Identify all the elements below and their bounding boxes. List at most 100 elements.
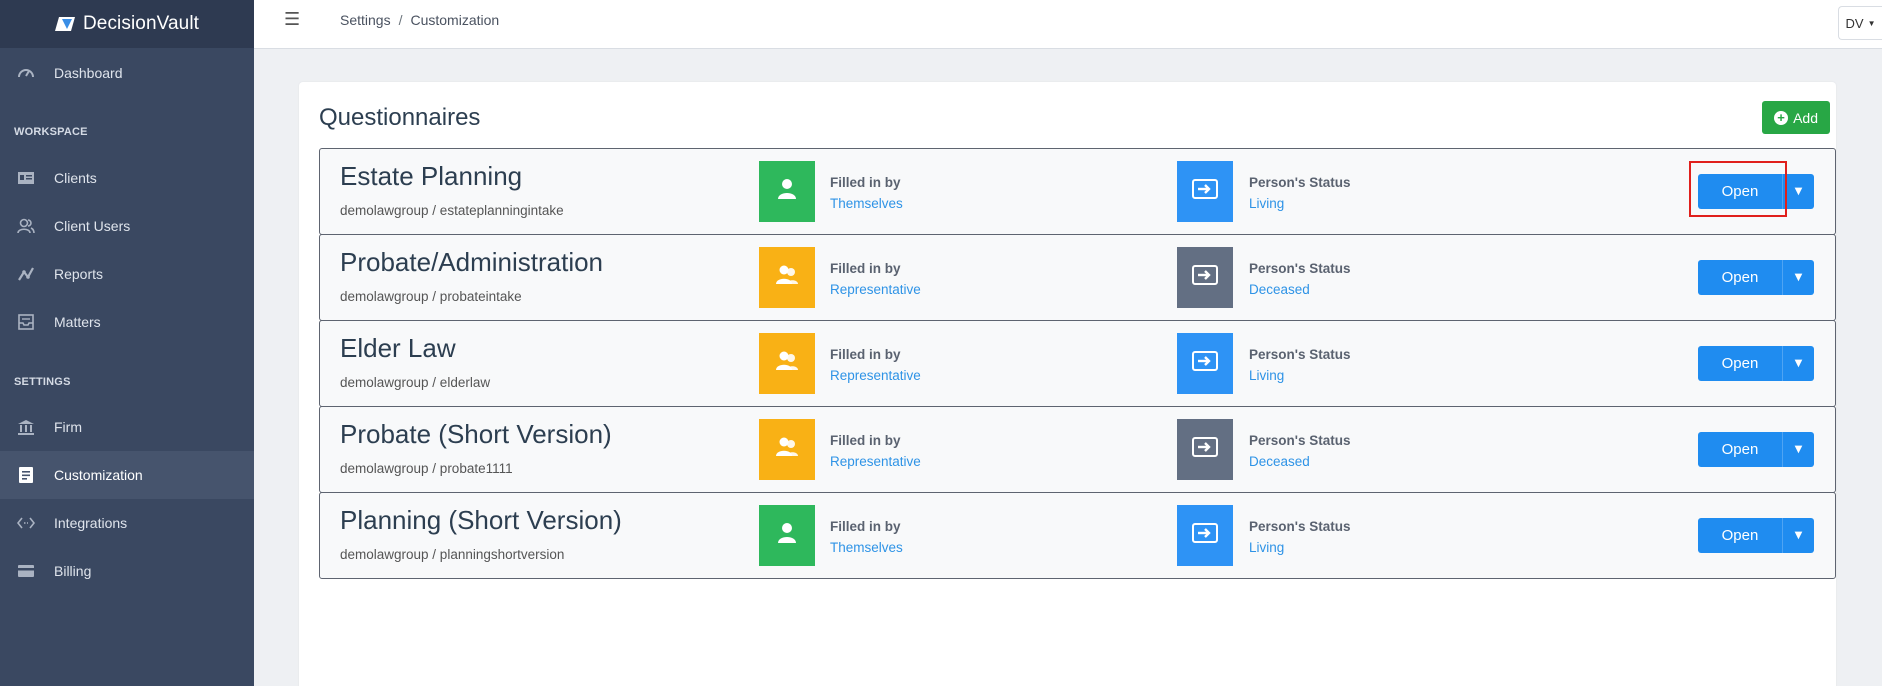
filled-by-value[interactable]: Representative	[830, 282, 921, 297]
filled-by-label: Filled in by	[830, 519, 901, 534]
status-value[interactable]: Deceased	[1249, 454, 1310, 469]
status-value[interactable]: Living	[1249, 368, 1284, 383]
user-initials: DV	[1845, 15, 1864, 31]
status-value[interactable]: Deceased	[1249, 282, 1310, 297]
open-dropdown-toggle[interactable]: ▼	[1782, 260, 1814, 295]
filled-by-label: Filled in by	[830, 433, 901, 448]
open-button[interactable]: Open	[1698, 432, 1782, 467]
plus-circle-icon: +	[1774, 110, 1789, 125]
status-label: Person's Status	[1249, 519, 1351, 534]
questionnaire-row: Estate Planning demolawgroup / estatepla…	[319, 148, 1836, 235]
user-icon	[777, 178, 797, 205]
open-dropdown-toggle[interactable]: ▼	[1782, 346, 1814, 381]
filled-by-value[interactable]: Representative	[830, 368, 921, 383]
sidebar-item-integrations[interactable]: Integrations	[0, 499, 254, 547]
filled-by-badge	[759, 247, 815, 308]
page-title: Questionnaires	[319, 104, 481, 131]
sign-in-icon	[1192, 179, 1218, 204]
sidebar-item-label: Integrations	[54, 515, 128, 531]
questionnaire-title: Elder Law	[340, 333, 456, 363]
hamburger-menu-icon[interactable]: ☰	[284, 9, 300, 30]
status-value[interactable]: Living	[1249, 196, 1284, 211]
status-badge	[1177, 161, 1233, 222]
breadcrumb: Settings / Customization	[340, 12, 499, 28]
breadcrumb-customization: Customization	[410, 12, 500, 28]
inbox-icon	[16, 312, 36, 332]
status-label: Person's Status	[1249, 347, 1351, 362]
section-settings: SETTINGS	[14, 376, 71, 388]
sidebar-item-label: Dashboard	[54, 65, 123, 81]
users-icon	[775, 436, 799, 463]
breadcrumb-settings[interactable]: Settings	[340, 12, 391, 28]
questionnaires-card: Questionnaires + Add Estate Planning dem…	[299, 82, 1836, 686]
sign-in-icon	[1192, 437, 1218, 462]
sidebar-item-label: Clients	[54, 170, 97, 186]
status-badge	[1177, 505, 1233, 566]
open-button[interactable]: Open	[1698, 260, 1782, 295]
status-label: Person's Status	[1249, 433, 1351, 448]
chart-line-icon	[16, 264, 36, 284]
open-button-group: Open ▼	[1698, 432, 1814, 467]
questionnaire-title: Probate/Administration	[340, 247, 604, 277]
topbar: ☰ Settings / Customization DV ▼	[254, 0, 1882, 49]
status-badge	[1177, 419, 1233, 480]
users-icon	[775, 350, 799, 377]
sidebar-item-reports[interactable]: Reports	[0, 250, 254, 298]
open-dropdown-toggle[interactable]: ▼	[1782, 518, 1814, 553]
filled-by-badge	[759, 161, 815, 222]
questionnaire-row: Probate (Short Version) demolawgroup / p…	[319, 406, 1836, 493]
sign-in-icon	[1192, 523, 1218, 548]
add-button-label: Add	[1793, 109, 1818, 126]
credit-card-icon	[16, 561, 36, 581]
code-icon	[16, 513, 36, 533]
user-icon	[777, 522, 797, 549]
open-button[interactable]: Open	[1698, 518, 1782, 553]
sidebar-item-label: Client Users	[54, 218, 131, 234]
sidebar-item-customization[interactable]: Customization	[0, 451, 254, 499]
questionnaire-row: Elder Law demolawgroup / elderlaw Filled…	[319, 320, 1836, 407]
sidebar-item-client-users[interactable]: Client Users	[0, 202, 254, 250]
sidebar-item-label: Billing	[54, 563, 92, 579]
filled-by-label: Filled in by	[830, 261, 901, 276]
id-card-icon	[16, 168, 36, 188]
sidebar-item-firm[interactable]: Firm	[0, 403, 254, 451]
open-button-group: Open ▼	[1698, 518, 1814, 553]
filled-by-badge	[759, 419, 815, 480]
status-badge	[1177, 333, 1233, 394]
sidebar-item-label: Customization	[54, 467, 143, 483]
questionnaire-path: demolawgroup / probate1111	[340, 461, 513, 476]
questionnaire-row: Probate/Administration demolawgroup / pr…	[319, 234, 1836, 321]
sidebar-item-label: Firm	[54, 419, 82, 435]
status-value[interactable]: Living	[1249, 540, 1284, 555]
sidebar-item-label: Matters	[54, 314, 101, 330]
sidebar-item-clients[interactable]: Clients	[0, 154, 254, 202]
sidebar-item-billing[interactable]: Billing	[0, 547, 254, 595]
user-menu[interactable]: DV ▼	[1838, 6, 1882, 40]
questionnaire-path: demolawgroup / estateplanningintake	[340, 203, 564, 218]
file-text-icon	[16, 465, 36, 485]
sidebar-item-matters[interactable]: Matters	[0, 298, 254, 346]
sign-in-icon	[1192, 351, 1218, 376]
filled-by-value[interactable]: Themselves	[830, 540, 903, 555]
filled-by-badge	[759, 333, 815, 394]
sidebar-item-dashboard[interactable]: Dashboard	[0, 49, 254, 97]
questionnaire-row: Planning (Short Version) demolawgroup / …	[319, 492, 1836, 579]
breadcrumb-separator: /	[398, 12, 403, 28]
decisionvault-logo-icon	[54, 13, 77, 35]
add-questionnaire-button[interactable]: + Add	[1762, 101, 1830, 134]
bank-icon	[16, 417, 36, 437]
questionnaire-title: Probate (Short Version)	[340, 419, 612, 449]
questionnaire-title: Estate Planning	[340, 161, 523, 191]
filled-by-label: Filled in by	[830, 347, 901, 362]
open-dropdown-toggle[interactable]: ▼	[1782, 432, 1814, 467]
brand[interactable]: DecisionVault	[0, 0, 254, 48]
open-button[interactable]: Open	[1698, 346, 1782, 381]
open-dropdown-toggle[interactable]: ▼	[1782, 174, 1814, 209]
questionnaire-path: demolawgroup / planningshortversion	[340, 547, 565, 562]
sidebar-item-label: Reports	[54, 266, 104, 282]
brand-name: DecisionVault	[82, 13, 200, 34]
filled-by-value[interactable]: Themselves	[830, 196, 903, 211]
filled-by-value[interactable]: Representative	[830, 454, 921, 469]
open-button[interactable]: Open	[1698, 174, 1782, 209]
filled-by-label: Filled in by	[830, 175, 901, 190]
